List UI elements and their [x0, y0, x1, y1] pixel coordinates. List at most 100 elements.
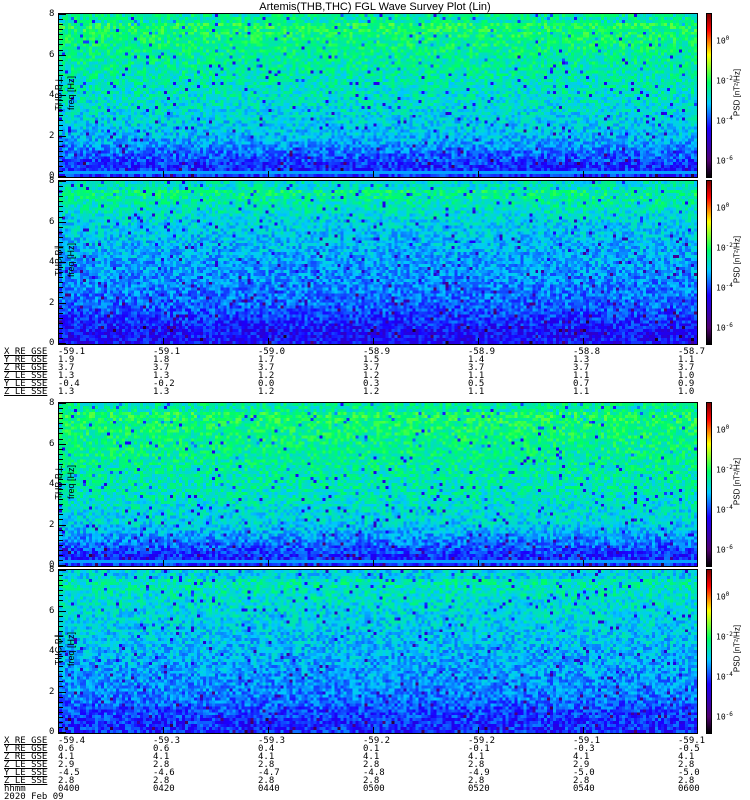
y-minor-tick: [59, 79, 63, 81]
colorbar-tick-label: 10-6: [716, 544, 733, 555]
y-minor-tick: [59, 49, 63, 51]
y-minor-tick: [59, 494, 63, 496]
y-minor-tick: [59, 307, 63, 309]
y-minor-tick: [59, 463, 63, 465]
y-minor-tick: [59, 236, 63, 238]
y-minor-tick: [59, 726, 63, 728]
orbit-value: 1.2: [258, 387, 275, 397]
y-minor-tick: [59, 428, 63, 430]
tick-exponent: 0: [725, 591, 730, 598]
y-minor-tick: [59, 640, 63, 642]
y-tick-mark: [59, 14, 66, 15]
y-minor-tick: [59, 125, 63, 127]
y-minor-tick: [59, 150, 63, 152]
orbit-value: 1.3: [58, 387, 75, 397]
tick-base: 10: [716, 116, 726, 126]
x-tick-mark: [163, 560, 164, 566]
y-minor-tick: [59, 686, 63, 688]
y-minor-tick: [59, 140, 63, 142]
x-tick-mark: [373, 338, 374, 344]
y-minor-tick: [59, 691, 63, 693]
y-minor-tick: [59, 191, 63, 193]
y-minor-tick: [59, 716, 63, 718]
y-minor-tick: [59, 135, 63, 137]
y-minor-tick: [59, 186, 63, 188]
x-tick-mark: [163, 727, 164, 733]
y-tick-mark: [59, 403, 66, 404]
y-tick-label: 8: [49, 9, 55, 19]
x-tick-mark: [163, 338, 164, 344]
y-minor-tick: [59, 196, 63, 198]
y-axis-label: freq [Hz]: [66, 465, 76, 500]
y-minor-tick: [59, 732, 63, 733]
y-minor-tick: [59, 711, 63, 713]
y-minor-tick: [59, 155, 63, 157]
y-minor-tick: [59, 676, 63, 678]
y-minor-tick: [59, 656, 63, 658]
tick-exponent: 0: [725, 202, 730, 209]
y-minor-tick: [59, 544, 63, 546]
orbit-value: 0420: [153, 784, 175, 794]
spectrogram-heatmap: [59, 403, 697, 566]
y-minor-tick: [59, 595, 63, 597]
y-tick-label: 6: [49, 605, 55, 616]
x-tick-mark: [268, 338, 269, 344]
y-minor-tick: [59, 312, 63, 314]
x-tick-mark: [478, 171, 479, 177]
y-minor-tick: [59, 277, 63, 279]
tick-base: 10: [716, 36, 726, 46]
x-tick-mark: [478, 560, 479, 566]
y-minor-tick: [59, 519, 63, 521]
orbit-value: 1.1: [573, 387, 590, 397]
plot-title: Artemis(THB,THC) FGL Wave Survey Plot (L…: [259, 1, 491, 13]
y-minor-tick: [59, 509, 63, 511]
y-minor-tick: [59, 54, 63, 56]
y-minor-tick: [59, 84, 63, 86]
y-minor-tick: [59, 696, 63, 698]
y-minor-tick: [59, 272, 63, 274]
y-minor-tick: [59, 534, 63, 536]
tick-base: 10: [716, 672, 726, 682]
y-minor-tick: [59, 651, 63, 653]
colorbar-tick-label: 10-6: [716, 711, 733, 722]
y-minor-tick: [59, 89, 63, 91]
y-tick-mark: [59, 181, 66, 182]
y-minor-tick: [59, 105, 63, 107]
colorbar: [706, 402, 712, 567]
colorbar: [706, 13, 712, 178]
y-minor-tick: [59, 438, 63, 440]
y-minor-tick: [59, 24, 63, 26]
x-tick-mark: [583, 338, 584, 344]
x-tick-mark: [268, 560, 269, 566]
y-minor-tick: [59, 327, 63, 329]
tick-base: 10: [716, 76, 726, 86]
colorbar-tick-label: 100: [716, 424, 729, 435]
y-minor-tick: [59, 625, 63, 627]
y-minor-tick: [59, 95, 63, 97]
y-minor-tick: [59, 489, 63, 491]
tick-base: 10: [716, 465, 726, 475]
y-minor-tick: [59, 267, 63, 269]
y-minor-tick: [59, 176, 63, 177]
y-minor-tick: [59, 418, 63, 420]
colorbar-tick-label: 10-2: [716, 242, 733, 253]
tick-base: 10: [716, 545, 726, 555]
colorbar-tick-label: 10-4: [716, 282, 733, 293]
x-tick-mark: [583, 727, 584, 733]
y-minor-tick: [59, 413, 63, 415]
colorbar-tick-label: 100: [716, 591, 729, 602]
y-minor-tick: [59, 524, 63, 526]
tick-exponent: 0: [725, 424, 730, 431]
y-minor-tick: [59, 478, 63, 480]
y-minor-tick: [59, 332, 63, 334]
y-minor-tick: [59, 661, 63, 663]
colorbar: [706, 180, 712, 345]
y-minor-tick: [59, 69, 63, 71]
tick-base: 10: [716, 632, 726, 642]
y-tick-label: 4: [49, 257, 55, 267]
x-tick-mark: [583, 171, 584, 177]
x-tick-mark: [478, 727, 479, 733]
y-minor-tick: [59, 231, 63, 233]
y-tick-mark: [59, 570, 66, 571]
y-minor-tick: [59, 423, 63, 425]
